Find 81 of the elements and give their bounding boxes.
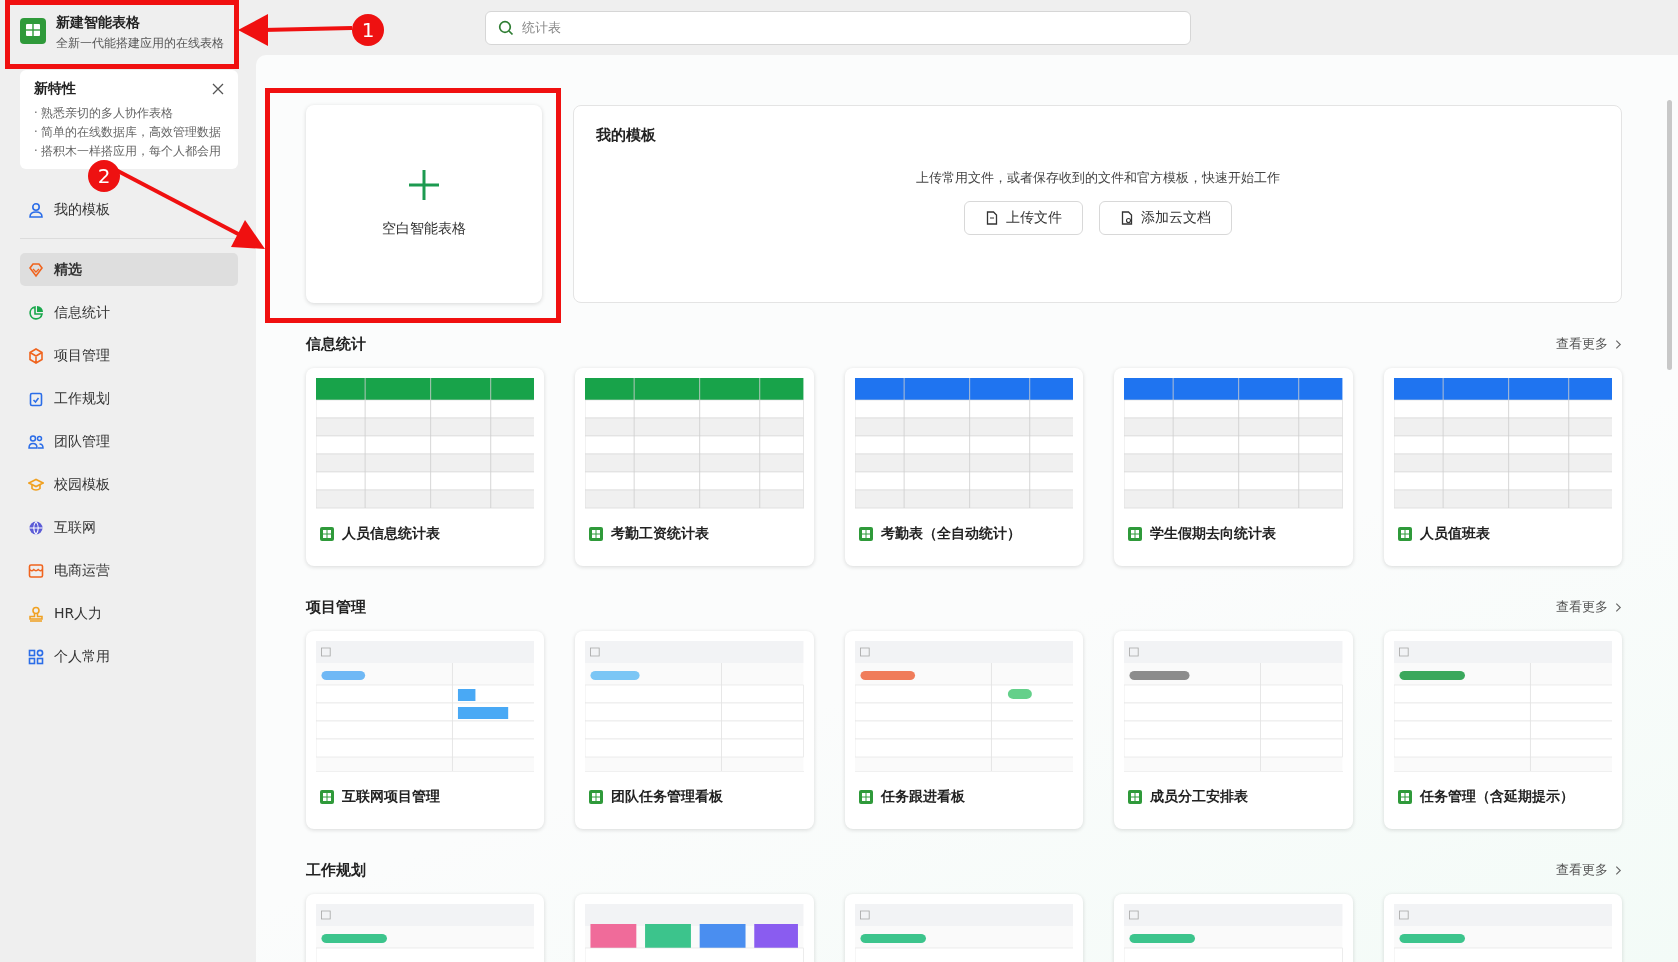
chevron-right-icon: [1615, 864, 1622, 876]
close-icon[interactable]: [212, 83, 224, 95]
person-icon: [28, 201, 44, 218]
template-card[interactable]: 人员值班表: [1383, 368, 1622, 566]
file-icon: [984, 211, 999, 225]
search-icon: [498, 19, 514, 36]
template-card[interactable]: 任务管理（含延期提示）: [1383, 631, 1622, 829]
grid-icon: [28, 648, 44, 665]
blank-spreadsheet-card[interactable]: 空白智能表格: [306, 105, 542, 303]
spreadsheet-icon: [320, 790, 334, 804]
sidebar-item[interactable]: 项目管理: [20, 339, 238, 372]
sidebar-item[interactable]: HR人力: [20, 597, 238, 630]
template-title: 团队任务管理看板: [611, 788, 724, 806]
people-icon: [28, 433, 44, 450]
graduation-cap-icon: [28, 476, 44, 493]
chevron-right-icon: [1615, 601, 1622, 613]
template-card[interactable]: 学生假期去向统计表: [1114, 368, 1353, 566]
template-title: 考勤表（全自动统计）: [880, 525, 1021, 543]
step-marker: 2: [88, 160, 120, 192]
chevron-right-icon: [1615, 338, 1622, 350]
upload-file-button[interactable]: 上传文件: [963, 201, 1083, 235]
template-card[interactable]: 任务跟进看板: [844, 631, 1084, 829]
sidebar-item[interactable]: 校园模板: [20, 468, 238, 501]
spreadsheet-icon: [858, 527, 873, 541]
feature-item: · 搭积木一样搭应用，每个人都会用: [34, 144, 223, 159]
feature-item: · 简单的在线数据库，高效管理数据: [34, 125, 223, 140]
spreadsheet-icon: [320, 527, 334, 541]
section-title: 信息统计: [306, 334, 366, 354]
app-subtitle: 全新一代能搭建应用的在线表格: [56, 35, 224, 52]
spreadsheet-icon: [589, 527, 604, 541]
template-card[interactable]: 人员信息统计表: [306, 368, 545, 566]
section-title: 项目管理: [306, 597, 366, 617]
app-title: 新建智能表格: [56, 14, 141, 32]
shop-icon: [28, 562, 44, 579]
template-title: 互联网项目管理: [342, 788, 440, 806]
sidebar-item[interactable]: 团队管理: [20, 425, 238, 458]
globe-icon: [28, 519, 44, 536]
stamp-icon: [28, 605, 44, 622]
template-title: 考勤工资统计表: [611, 525, 710, 543]
template-card[interactable]: 考勤表（全自动统计）: [844, 368, 1084, 566]
see-more-link[interactable]: 查看更多: [1556, 598, 1622, 616]
template-card[interactable]: 互联网项目管理: [306, 631, 545, 829]
spreadsheet-icon: [1397, 527, 1412, 541]
template-title: 任务跟进看板: [880, 788, 965, 806]
section-title: 工作规划: [306, 860, 366, 880]
sidebar-item[interactable]: 互联网: [20, 511, 238, 544]
template-card[interactable]: 考勤工资统计表: [575, 368, 814, 566]
spreadsheet-icon: [1128, 527, 1143, 541]
spreadsheet-icon: [1128, 790, 1143, 804]
my-templates-link[interactable]: 我的模板: [20, 193, 238, 226]
template-title: 成员分工安排表: [1150, 788, 1249, 806]
cube-icon: [28, 347, 44, 364]
spreadsheet-logo-icon: [20, 18, 46, 44]
my-templates-hint: 上传常用文件，或者保存收到的文件和官方模板，快速开始工作: [915, 169, 1280, 187]
sidebar-item[interactable]: 信息统计: [20, 296, 238, 329]
spreadsheet-icon: [589, 790, 604, 804]
my-templates-title: 我的模板: [596, 126, 656, 145]
spreadsheet-icon: [858, 790, 873, 804]
pie-chart-icon: [28, 304, 44, 321]
template-title: 人员值班表: [1419, 525, 1490, 543]
plus-icon: [409, 170, 439, 200]
search-field[interactable]: 统计表: [485, 10, 1191, 45]
sidebar-item[interactable]: 电商运营: [20, 554, 238, 587]
template-title: 任务管理（含延期提示）: [1419, 788, 1574, 806]
scrollbar[interactable]: [1667, 100, 1672, 370]
cloud-file-icon: [1119, 211, 1134, 225]
see-more-link[interactable]: 查看更多: [1556, 861, 1622, 879]
template-title: 人员信息统计表: [342, 525, 440, 543]
features-title: 新特性: [34, 80, 76, 98]
see-more-link[interactable]: 查看更多: [1556, 335, 1622, 353]
template-title: 学生假期去向统计表: [1150, 525, 1277, 543]
sidebar-item[interactable]: 个人常用: [20, 640, 238, 673]
add-cloud-doc-button[interactable]: 添加云文档: [1098, 201, 1232, 235]
step-marker: 1: [352, 14, 384, 46]
template-card[interactable]: 成员分工安排表: [1114, 631, 1353, 829]
template-card[interactable]: 团队任务管理看板: [575, 631, 814, 829]
sidebar-item[interactable]: 精选: [20, 253, 238, 286]
feature-item: · 熟悉亲切的多人协作表格: [34, 106, 175, 121]
clipboard-icon: [28, 390, 44, 407]
sidebar-item[interactable]: 工作规划: [20, 382, 238, 415]
spreadsheet-icon: [1397, 790, 1412, 804]
